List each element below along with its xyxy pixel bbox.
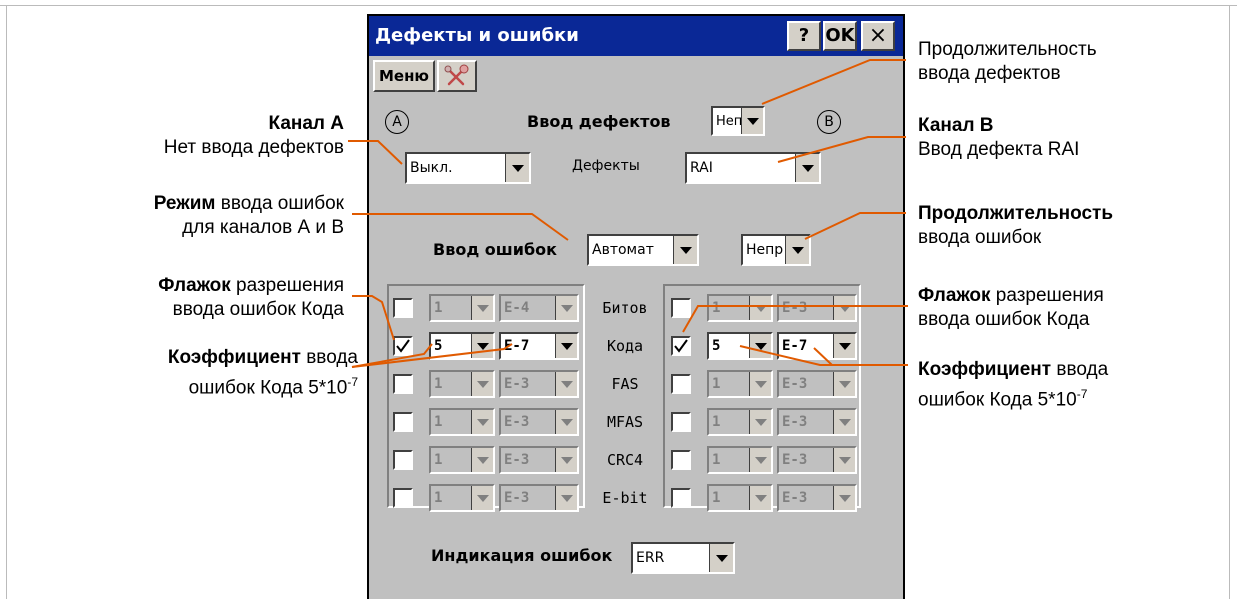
right-coef-leader-1 [739, 345, 908, 366]
annotation-mode-bold: Режим [153, 193, 216, 214]
annotation-channel-a-bold: Канал А [268, 113, 344, 134]
annotation-errors-duration: Продолжительность ввода ошибок [918, 202, 1218, 250]
annotation-right-flag: Флажок разрешения ввода ошибок Кода [918, 284, 1218, 332]
annotation-right-coef-text1: ввода [1051, 359, 1109, 380]
defects-duration-leader [761, 59, 906, 105]
annotation-right-coef-bold: Коэффициент [918, 359, 1052, 380]
annotation-channel-b-text: Ввод дефекта RAI [918, 139, 1080, 160]
annotation-right-coef: Коэффициент ввода ошибок Кода 5*10-7 [918, 358, 1218, 412]
annotation-channel-a-text: Нет ввода дефектов [163, 137, 344, 158]
annotation-left-flag: Флажок разрешения ввода ошибок Кода [40, 274, 344, 322]
annotation-right-flag-bold: Флажок [918, 285, 991, 306]
annotation-left-flag-text1: разрешения [230, 275, 344, 296]
annotation-left-flag-text2: ввода ошибок Кода [172, 299, 344, 320]
annotation-left-coef: Коэффициент ввода ошибок Кода 5*10-7 [40, 346, 358, 400]
left-flag-leader [352, 295, 395, 341]
annotation-errors-duration-text: ввода ошибок [918, 227, 1042, 248]
annotation-channel-b: Канал В Ввод дефекта RAI [918, 114, 1218, 162]
annotation-error-mode: Режим ввода ошибок для каналов А и В [40, 192, 344, 240]
mode-leader [352, 213, 569, 241]
left-coef-leader-2 [351, 343, 513, 368]
annotation-left-coef-text2: ошибок Кода 5*10 [188, 377, 348, 399]
right-coef-leader-2 [813, 347, 908, 366]
annotation-defects-duration: Продолжительность ввода дефектов [918, 38, 1218, 86]
annotation-left-flag-bold: Флажок [158, 275, 231, 296]
annotation-defects-duration-2: ввода дефектов [918, 63, 1061, 84]
errors-duration-leader [804, 212, 906, 240]
annotation-right-coef-text2: ошибок Кода 5*10 [918, 389, 1077, 411]
annotation-mode-text1: ввода ошибок [215, 193, 344, 214]
annotation-left-coef-exp: -7 [347, 375, 358, 389]
annotation-defects-duration-1: Продолжительность [918, 39, 1097, 60]
right-flag-leader [682, 305, 908, 333]
channel-a-leader [348, 140, 403, 165]
annotation-right-flag-text1: разрешения [990, 285, 1104, 306]
channel-b-leader [777, 136, 906, 163]
annotation-right-coef-exp: -7 [1076, 387, 1088, 401]
annotation-channel-a: Канал А Нет ввода дефектов [40, 112, 344, 160]
left-coef-leader-1 [351, 343, 433, 368]
annotation-mode-text2: для каналов А и В [182, 217, 344, 238]
annotation-right-flag-text2: ввода ошибок Кода [918, 309, 1090, 330]
annotation-left-coef-text1: ввода [300, 347, 358, 368]
annotation-channel-b-bold: Канал В [918, 115, 994, 136]
annotation-left-coef-bold: Коэффициент [167, 347, 301, 368]
annotation-errors-duration-bold: Продолжительность [918, 203, 1114, 224]
